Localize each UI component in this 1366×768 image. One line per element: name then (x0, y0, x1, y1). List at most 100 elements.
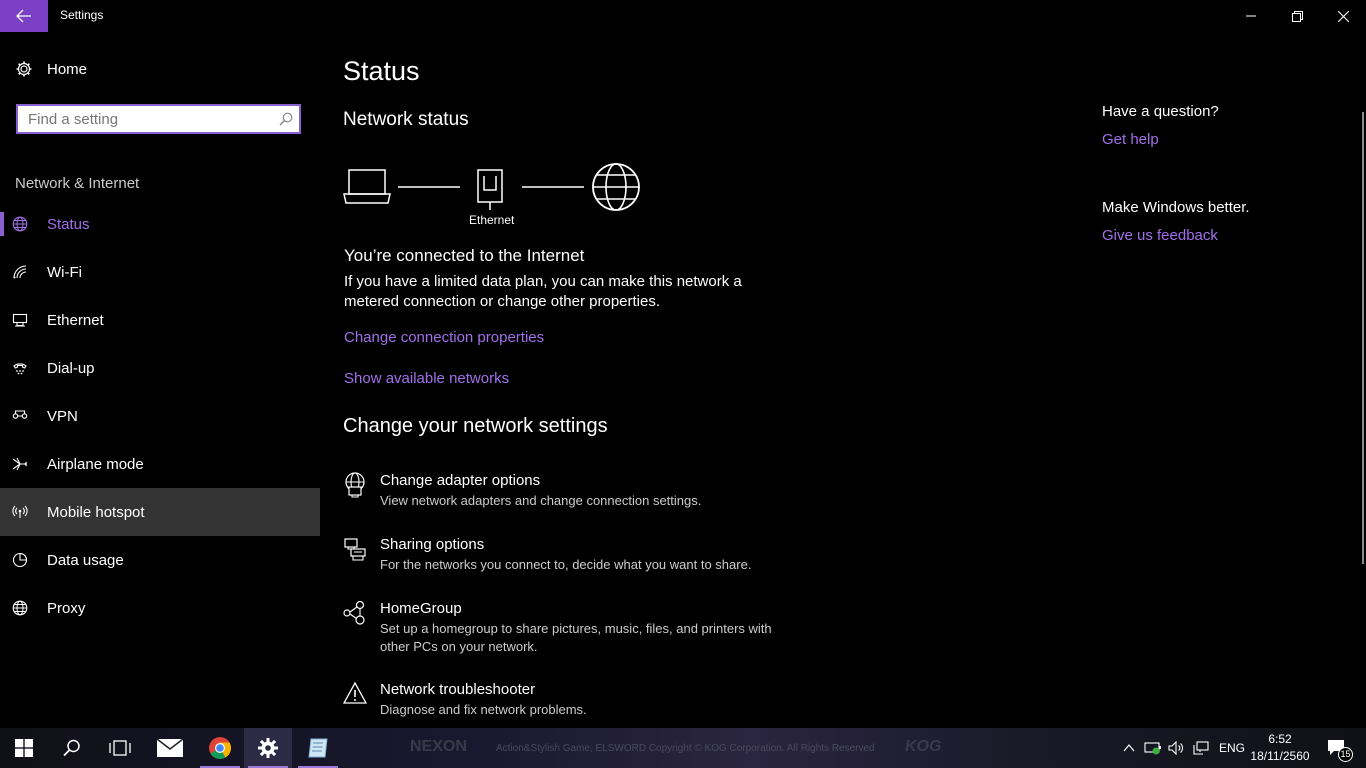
airplane-icon (12, 457, 27, 471)
change-settings-heading: Change your network settings (343, 415, 608, 437)
battery-charging-icon (1144, 742, 1161, 755)
taskbar-settings-app[interactable] (244, 728, 292, 768)
sidebar: Home Network & Internet Status Wi-Fi Eth… (0, 32, 320, 728)
sidebar-item-dialup[interactable]: Dial-up (0, 344, 320, 392)
close-icon (1337, 10, 1349, 22)
feedback-heading: Make Windows better. (1102, 199, 1250, 216)
give-feedback-link[interactable]: Give us feedback (1102, 227, 1218, 244)
option-description: View network adapters and change connect… (380, 493, 702, 508)
option-description: Diagnose and fix network problems. (380, 702, 587, 717)
search-input[interactable] (18, 106, 268, 132)
action-center-button[interactable]: 15 (1322, 728, 1353, 768)
homegroup-icon (343, 600, 365, 625)
volume-button[interactable] (1165, 728, 1187, 768)
taskbar-chrome-app[interactable] (196, 728, 244, 768)
internet-globe-icon (592, 163, 640, 211)
search-icon (63, 739, 80, 757)
ethernet-port-icon (477, 169, 503, 210)
diagram-label: Ethernet (469, 213, 515, 227)
data-usage-icon (12, 552, 28, 568)
sidebar-item-label: Ethernet (47, 311, 104, 329)
wallpaper-text: NEXON (410, 738, 467, 755)
network-button[interactable] (1190, 728, 1212, 768)
sidebar-item-status[interactable]: Status (0, 200, 320, 248)
sidebar-item-mobile-hotspot[interactable]: Mobile hotspot (0, 488, 320, 536)
sidebar-item-label: Wi-Fi (47, 263, 82, 281)
clock-date: 18/11/2560 (1250, 749, 1310, 763)
sidebar-item-label: Dial-up (47, 359, 95, 377)
sidebar-item-label: Status (47, 215, 90, 233)
search-box[interactable] (16, 104, 301, 134)
taskbar-app[interactable] (294, 728, 342, 768)
taskbar: NEXON Action&Stylish Game, ELSWORD Copyr… (0, 728, 1366, 768)
clock[interactable]: 6:52 18/11/2560 (1250, 731, 1310, 765)
scrollbar[interactable] (1362, 112, 1364, 564)
task-view-button[interactable] (96, 728, 144, 768)
adapter-icon (345, 472, 365, 498)
chevron-up-icon (1123, 744, 1135, 752)
change-connection-properties-link[interactable]: Change connection properties (344, 329, 544, 346)
show-hidden-icons-button[interactable] (1118, 728, 1140, 768)
connection-heading: You’re connected to the Internet (344, 246, 585, 265)
language-indicator[interactable]: ENG (1219, 741, 1245, 755)
home-link[interactable]: Home (15, 60, 87, 78)
tray-app-icon[interactable] (1142, 728, 1164, 768)
globe-icon (12, 216, 28, 232)
sidebar-item-wifi[interactable]: Wi-Fi (0, 248, 320, 296)
warning-icon (343, 681, 367, 704)
taskbar-search-button[interactable] (48, 728, 96, 768)
sidebar-item-label: Mobile hotspot (47, 503, 145, 521)
back-arrow-icon (16, 9, 31, 23)
sidebar-item-label: VPN (47, 407, 78, 425)
option-title: Sharing options (380, 536, 485, 553)
volume-icon (1168, 741, 1183, 755)
title-bar: Settings (0, 0, 1366, 32)
sidebar-item-label: Airplane mode (47, 455, 144, 473)
page-title: Status (343, 56, 420, 86)
sidebar-item-ethernet[interactable]: Ethernet (0, 296, 320, 344)
taskbar-mail-app[interactable] (146, 728, 194, 768)
sidebar-item-label: Proxy (47, 599, 86, 617)
option-title: Change adapter options (380, 472, 541, 489)
question-heading: Have a question? (1102, 103, 1219, 120)
minimize-button[interactable] (1228, 0, 1274, 32)
mail-icon (157, 739, 183, 757)
sidebar-item-proxy[interactable]: Proxy (0, 584, 320, 632)
clock-time: 6:52 (1268, 732, 1292, 746)
show-available-networks-link[interactable]: Show available networks (344, 370, 509, 387)
restore-button[interactable] (1274, 0, 1320, 32)
home-label: Home (47, 60, 88, 78)
sidebar-item-label: Data usage (47, 551, 124, 569)
task-view-icon (109, 740, 131, 756)
dialup-icon (13, 363, 27, 375)
get-help-link[interactable]: Get help (1102, 131, 1159, 148)
sidebar-item-vpn[interactable]: VPN (0, 392, 320, 440)
close-button[interactable] (1320, 0, 1366, 32)
sidebar-item-data-usage[interactable]: Data usage (0, 536, 320, 584)
wallpaper-text: KOG (905, 738, 942, 755)
gear-icon (258, 738, 278, 758)
restore-icon (1291, 10, 1303, 22)
notification-badge: 15 (1338, 747, 1353, 762)
minimize-icon (1246, 15, 1256, 17)
network-status-heading: Network status (343, 109, 469, 130)
proxy-globe-icon (12, 600, 28, 616)
start-button[interactable] (0, 728, 48, 768)
chrome-icon (209, 737, 231, 759)
app-window-icon (308, 738, 328, 758)
wifi-icon (13, 265, 27, 279)
vpn-icon (12, 410, 28, 419)
window-title: Settings (60, 8, 104, 22)
gear-icon (16, 61, 32, 77)
back-button[interactable] (0, 0, 48, 32)
search-icon[interactable] (279, 112, 293, 126)
sharing-icon (344, 538, 366, 561)
wallpaper-text: Action&Stylish Game, ELSWORD Copyright ©… (496, 743, 875, 754)
option-description: Set up a homegroup to share pictures, mu… (380, 621, 772, 654)
network-icon (1193, 741, 1209, 755)
sidebar-item-airplane-mode[interactable]: Airplane mode (0, 440, 320, 488)
option-title: HomeGroup (380, 600, 462, 617)
option-description: For the networks you connect to, decide … (380, 557, 752, 572)
hotspot-icon (12, 505, 28, 518)
section-heading: Network & Internet (15, 175, 140, 192)
